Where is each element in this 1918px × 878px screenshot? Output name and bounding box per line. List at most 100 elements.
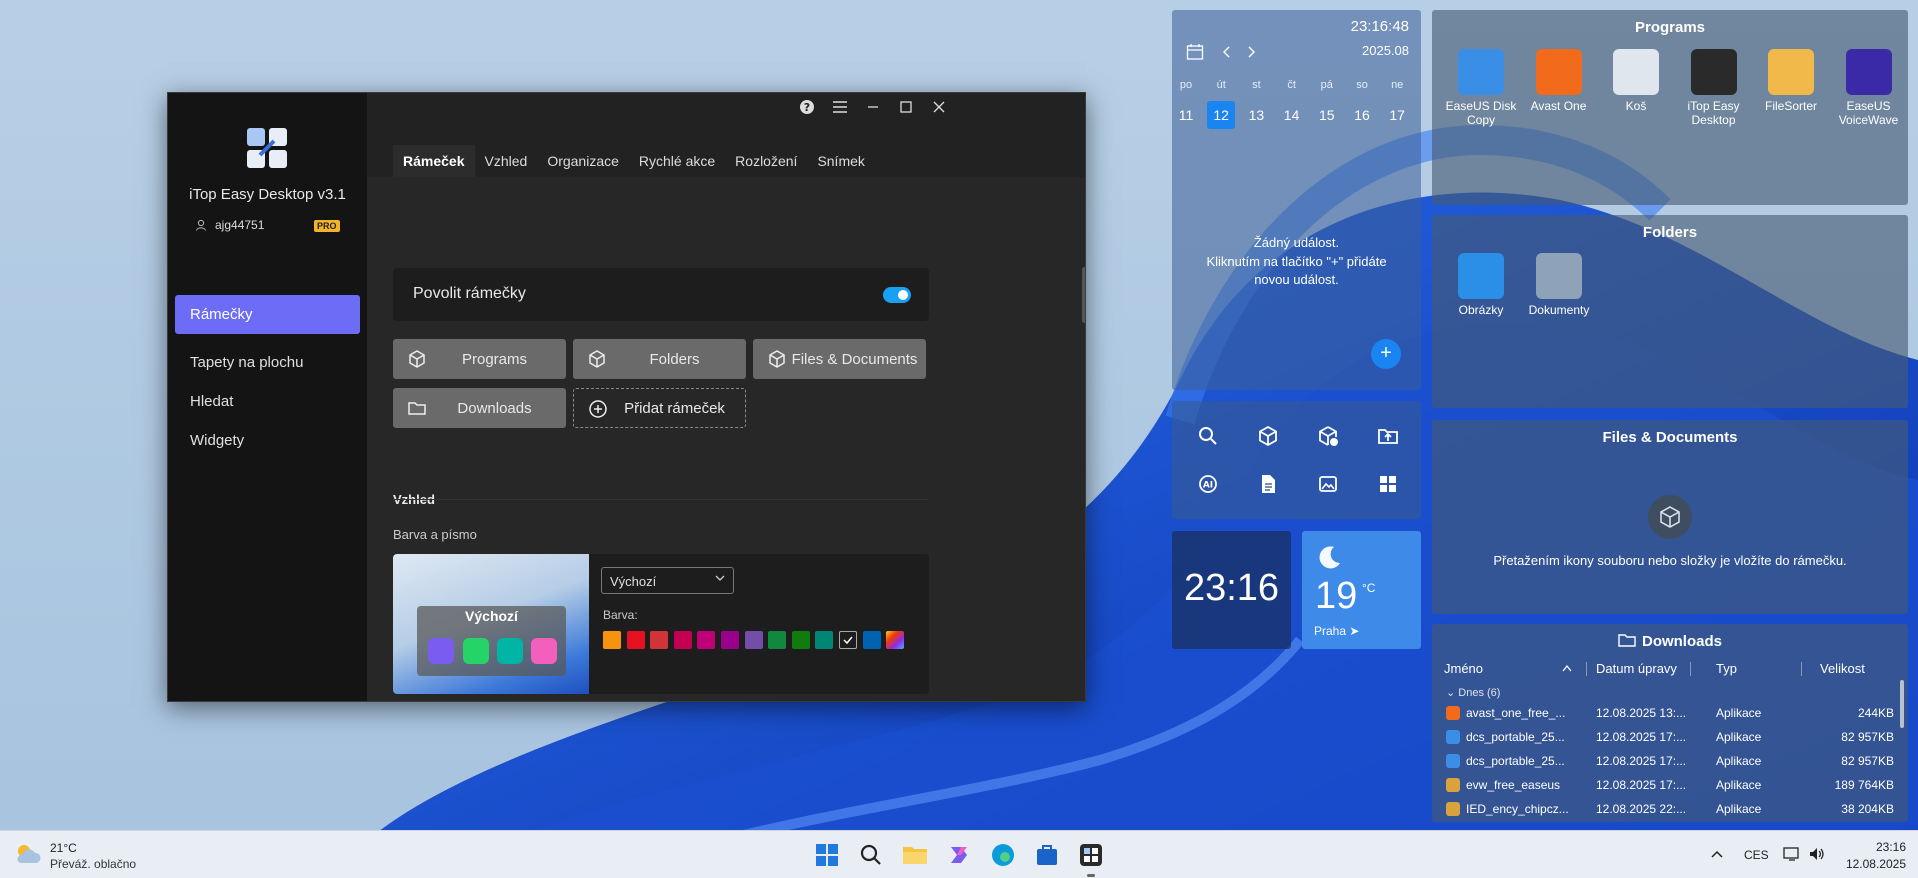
add-event-button[interactable]: + <box>1371 339 1401 369</box>
color-swatch[interactable] <box>721 631 739 649</box>
files-documents-frame: Files & Documents Přetažením ikony soubo… <box>1432 420 1908 614</box>
facetime-icon <box>497 638 523 664</box>
table-row[interactable]: dcs_portable_25... 12.08.2025 17:... Aplik… <box>1432 725 1908 749</box>
folder-shortcut[interactable]: Obrázky <box>1442 253 1520 317</box>
tab-ramecek[interactable]: Rámeček <box>393 145 475 177</box>
program-icon <box>1613 49 1659 95</box>
taskbar-weather-temp[interactable]: 21°C <box>50 841 77 855</box>
calendar-day[interactable]: 12 <box>1207 101 1236 129</box>
edge-icon[interactable] <box>987 839 1019 871</box>
taskbar-weather-desc[interactable]: Převáž. oblačno <box>50 857 136 871</box>
program-shortcut[interactable]: Avast One <box>1520 49 1598 113</box>
grid-icon[interactable] <box>1376 472 1400 496</box>
tab-organizace[interactable]: Organizace <box>537 145 629 177</box>
image-icon[interactable] <box>1316 472 1340 496</box>
frame-button-files[interactable]: Files & Documents <box>753 339 926 379</box>
search-icon[interactable] <box>855 839 887 871</box>
tab-vzhled[interactable]: Vzhled <box>475 145 538 177</box>
add-frame-button[interactable]: Přidat rámeček <box>573 388 746 428</box>
nav-tapety[interactable]: Tapety na plochu <box>175 343 360 382</box>
volume-icon[interactable] <box>1808 846 1826 862</box>
table-row[interactable]: dcs_portable_25... 12.08.2025 17:... Aplik… <box>1432 749 1908 773</box>
user-row[interactable]: ajg44751 <box>195 218 264 232</box>
col-size[interactable]: Velikost <box>1820 661 1865 676</box>
close-button[interactable] <box>919 93 959 121</box>
next-week-icon[interactable] <box>1246 46 1256 58</box>
enable-frames-toggle[interactable] <box>883 287 911 303</box>
calendar-widget: 23:16:48 2025.08 Žádný událost. Kliknutí… <box>1172 10 1421 390</box>
nav-hledat[interactable]: Hledat <box>175 382 360 421</box>
calendar-icon[interactable] <box>1186 43 1204 61</box>
weather-cloud-icon[interactable] <box>14 841 42 867</box>
weather-widget[interactable]: 19 °C Praha ➤ <box>1302 531 1421 649</box>
city-name: Praha <box>1314 624 1347 638</box>
copilot-icon[interactable] <box>943 839 975 871</box>
sort-up-icon[interactable] <box>1562 664 1572 672</box>
col-type[interactable]: Typ <box>1716 661 1737 676</box>
color-swatch[interactable] <box>839 631 857 649</box>
scrollbar[interactable] <box>1082 267 1085 323</box>
search-icon[interactable] <box>1196 424 1220 448</box>
folder-icon <box>408 402 426 415</box>
store-icon[interactable] <box>1031 839 1063 871</box>
app-name: iTop Easy Desktop v3.1 <box>189 186 346 203</box>
color-swatch[interactable] <box>626 631 645 649</box>
calendar-day[interactable]: 14 <box>1278 101 1306 129</box>
calendar-day[interactable]: 15 <box>1313 101 1341 129</box>
cell-date: 12.08.2025 22:... <box>1596 802 1687 816</box>
cube-add-icon[interactable] <box>1316 424 1340 448</box>
itop-desktop-icon[interactable] <box>1075 839 1107 871</box>
calendar-day[interactable]: 17 <box>1383 101 1411 129</box>
ai-icon[interactable]: AI <box>1196 472 1220 496</box>
program-shortcut[interactable]: EaseUS Disk Copy <box>1442 49 1520 127</box>
frame-button-programs[interactable]: Programs <box>393 339 566 379</box>
tab-snimek[interactable]: Snímek <box>807 145 874 177</box>
col-date[interactable]: Datum úpravy <box>1596 661 1677 676</box>
tab-rozlozeni[interactable]: Rozložení <box>725 145 807 177</box>
folder-upload-icon[interactable] <box>1376 424 1400 448</box>
table-row[interactable]: evw_free_easeus 12.08.2025 17:... Aplikace… <box>1432 773 1908 797</box>
cell-name: IED_ency_chipcz... <box>1466 802 1569 816</box>
document-icon[interactable] <box>1256 472 1280 496</box>
prev-week-icon[interactable] <box>1222 46 1232 58</box>
frame-button-downloads[interactable]: Downloads <box>393 388 566 428</box>
tray-date[interactable]: 12.08.2025 <box>1836 857 1906 871</box>
language-indicator[interactable]: CES <box>1744 848 1769 862</box>
color-swatch[interactable] <box>744 631 763 649</box>
column-divider <box>1801 662 1802 676</box>
color-swatch[interactable] <box>768 631 787 649</box>
network-icon[interactable] <box>1783 846 1801 862</box>
program-shortcut[interactable]: EaseUS VoiceWave <box>1830 49 1908 127</box>
nav-widgety[interactable]: Widgety <box>175 421 360 460</box>
custom-color-picker-icon[interactable] <box>886 631 905 649</box>
cube-icon <box>409 350 425 368</box>
color-swatch[interactable] <box>815 631 834 649</box>
running-indicator <box>1087 874 1095 877</box>
start-icon[interactable] <box>811 839 843 871</box>
group-header[interactable]: ⌄ Dnes (6) <box>1446 686 1500 699</box>
program-label: VoiceWave <box>1838 113 1899 127</box>
calendar-day[interactable]: 13 <box>1242 101 1270 129</box>
tray-time[interactable]: 23:16 <box>1856 840 1906 854</box>
calendar-day[interactable]: 16 <box>1348 101 1376 129</box>
col-name[interactable]: Jméno <box>1444 661 1483 676</box>
color-swatch[interactable] <box>673 631 692 649</box>
cube-icon[interactable] <box>1256 424 1280 448</box>
tab-rychle-akce[interactable]: Rychlé akce <box>629 145 725 177</box>
color-swatch[interactable] <box>603 631 621 649</box>
frame-button-folders[interactable]: Folders <box>573 339 746 379</box>
color-swatch[interactable] <box>697 631 716 649</box>
color-swatch[interactable] <box>791 631 810 649</box>
program-shortcut[interactable]: FileSorter <box>1752 49 1830 113</box>
program-shortcut[interactable]: iTop Easy Desktop <box>1675 49 1753 127</box>
program-shortcut[interactable]: Koš <box>1597 49 1675 113</box>
chevron-up-icon[interactable] <box>1710 849 1724 859</box>
color-swatch[interactable] <box>650 631 669 649</box>
calendar-day[interactable]: 11 <box>1172 101 1200 129</box>
nav-ramecky[interactable]: Rámečky <box>175 295 360 334</box>
color-swatch[interactable] <box>862 631 881 649</box>
table-row[interactable]: IED_ency_chipcz... 12.08.2025 22:... Aplik… <box>1432 797 1908 821</box>
file-explorer-icon[interactable] <box>899 839 931 871</box>
folder-shortcut[interactable]: Dokumenty <box>1520 253 1598 317</box>
table-row[interactable]: avast_one_free_... 12.08.2025 13:... Aplik… <box>1432 701 1908 725</box>
